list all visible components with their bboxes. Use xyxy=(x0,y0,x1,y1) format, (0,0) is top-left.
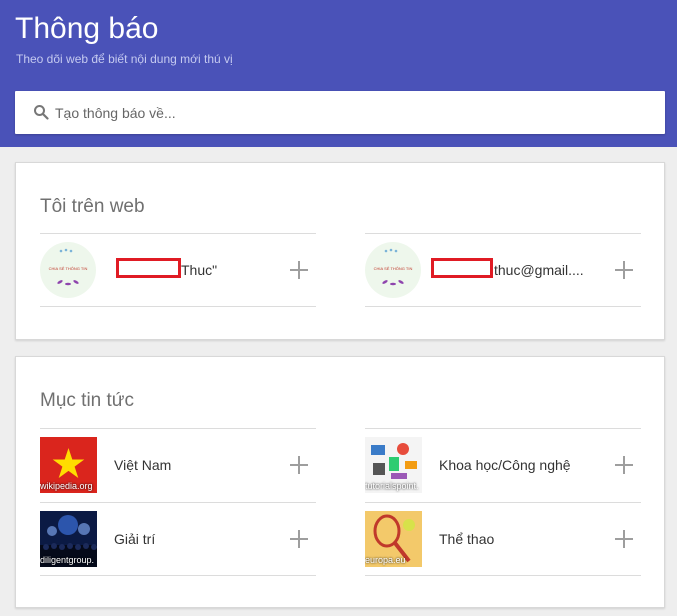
search-box[interactable] xyxy=(15,91,665,134)
page-title: Thông báo xyxy=(15,12,159,45)
me-on-web-item-name[interactable]: CHIA SẺ THÔNG TIN Thuc" xyxy=(40,233,316,307)
news-item-label: Việt Nam xyxy=(114,457,172,473)
news-item-sports[interactable]: europa.eu Thể thao xyxy=(365,502,641,576)
news-item-entertainment[interactable]: diligentgroup. Giải trí xyxy=(40,502,316,576)
me-on-web-item-email[interactable]: CHIA SẺ THÔNG TIN thuc@gmail.... xyxy=(365,233,641,307)
leaf-logo-icon: CHIA SẺ THÔNG TIN xyxy=(49,248,88,286)
sports-thumbnail: europa.eu xyxy=(365,511,422,567)
thumbnail-source: europa.eu xyxy=(365,555,406,565)
news-card: Mục tin tức wikipedia.org Việt Nam tutor… xyxy=(15,356,665,608)
thumbnail-source: diligentgroup. xyxy=(40,555,95,565)
news-item-label: Giải trí xyxy=(114,531,156,547)
logo-text: CHIA SẺ THÔNG TIN xyxy=(49,266,88,271)
leaf-logo-icon: CHIA SẺ THÔNG TIN xyxy=(374,248,413,286)
search-icon xyxy=(34,105,49,120)
news-item-science-tech[interactable]: tutorialspoint. Khoa học/Công nghệ xyxy=(365,428,641,502)
page-subtitle: Theo dõi web để biết nội dung mới thú vị xyxy=(16,52,233,66)
email-label: thuc@gmail.... xyxy=(494,262,584,278)
redaction-box xyxy=(116,258,181,278)
news-title: Mục tin tức xyxy=(40,390,135,411)
search-input[interactable] xyxy=(55,91,655,134)
entertainment-thumbnail: diligentgroup. xyxy=(40,511,97,567)
news-item-vietnam[interactable]: wikipedia.org Việt Nam xyxy=(40,428,316,502)
plus-icon[interactable] xyxy=(615,530,633,548)
science-tech-thumbnail: tutorialspoint. xyxy=(365,437,422,493)
plus-icon[interactable] xyxy=(615,456,633,474)
redaction-box xyxy=(431,258,493,278)
logo-text: CHIA SẺ THÔNG TIN xyxy=(374,266,413,271)
site-logo-avatar: CHIA SẺ THÔNG TIN xyxy=(365,242,421,298)
plus-icon[interactable] xyxy=(290,261,308,279)
me-on-web-title: Tôi trên web xyxy=(40,196,145,217)
news-item-label: Thể thao xyxy=(439,531,495,547)
plus-icon[interactable] xyxy=(615,261,633,279)
vietnam-flag-thumbnail: wikipedia.org xyxy=(40,437,97,493)
account-label: Thuc" xyxy=(181,262,218,278)
thumbnail-source: tutorialspoint. xyxy=(365,481,419,491)
site-logo-avatar: CHIA SẺ THÔNG TIN xyxy=(40,242,96,298)
plus-icon[interactable] xyxy=(290,456,308,474)
thumbnail-source: wikipedia.org xyxy=(40,481,93,491)
me-on-web-card: Tôi trên web CHIA SẺ THÔNG TIN Thuc" CHI… xyxy=(15,162,665,340)
plus-icon[interactable] xyxy=(290,530,308,548)
header: Thông báo Theo dõi web để biết nội dung … xyxy=(0,0,677,147)
news-item-label: Khoa học/Công nghệ xyxy=(439,457,571,473)
